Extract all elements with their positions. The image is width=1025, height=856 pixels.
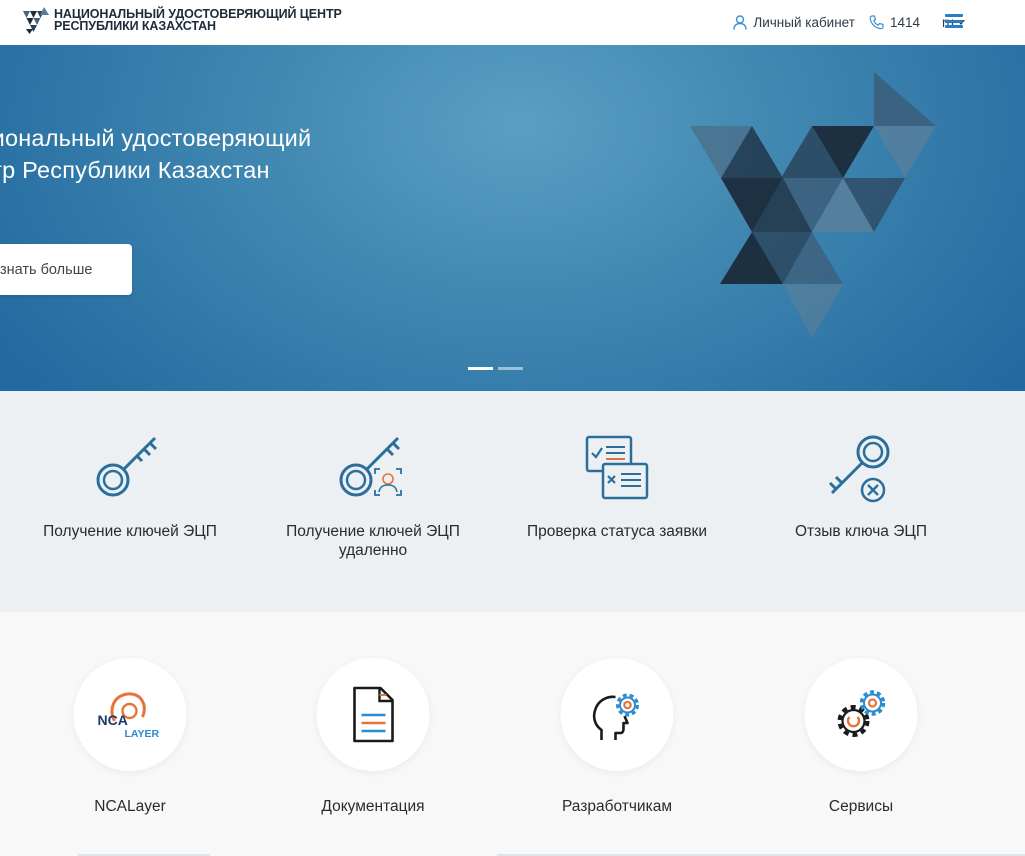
phone-number: 1414	[889, 14, 920, 30]
tile-circle	[560, 658, 674, 771]
service-label: Получение ключей ЭЦП удаленно	[286, 523, 460, 559]
service-get-keys[interactable]: Получение ключей ЭЦП	[10, 391, 250, 612]
key-revoke-icon	[828, 435, 890, 503]
phone-icon	[869, 14, 884, 29]
hamburger-menu-icon[interactable]	[945, 14, 963, 28]
nuc-logo-icon[interactable]	[22, 7, 50, 35]
user-icon	[733, 14, 748, 30]
tile-label: Сервисы	[828, 798, 894, 815]
service-label: Отзыв ключа ЭЦП	[795, 523, 927, 540]
service-get-keys-remote[interactable]: Получение ключей ЭЦП удаленно	[253, 391, 493, 612]
service-check-status[interactable]: Проверка статуса заявки	[497, 391, 737, 612]
key-face-id-icon	[339, 436, 402, 497]
key-icon	[96, 436, 158, 497]
tile-circle	[804, 658, 918, 771]
svg-text:LAYER: LAYER	[124, 728, 159, 740]
carousel-dot-1[interactable]	[468, 367, 493, 370]
tile-label: Разработчикам	[561, 798, 672, 815]
phone-link[interactable]: 1414	[869, 15, 920, 30]
tile-label: Документация	[321, 798, 425, 815]
hero-title-line1: циональный удостоверяющий	[0, 125, 312, 151]
tile-circle: NCA LAYER	[73, 658, 187, 771]
tile-circle	[316, 658, 430, 771]
service-label: Получение ключей ЭЦП	[43, 523, 217, 540]
tile-ncalayer[interactable]: NCA LAYER NCALayer	[10, 612, 250, 856]
resources-section: NCA LAYER NCALayer Документация Разработ…	[0, 612, 1025, 856]
service-revoke-key[interactable]: Отзыв ключа ЭЦП	[741, 391, 981, 612]
learn-more-label: знать больше	[0, 261, 93, 278]
tile-services[interactable]: Сервисы	[741, 612, 981, 856]
hero-title-line2: нтр Республики Казахстан	[0, 157, 270, 183]
brand-line2: РЕСПУБЛИКИ КАЗАХСТАН	[54, 19, 216, 33]
personal-cabinet-label: Личный кабинет	[753, 14, 855, 30]
brand-name[interactable]: НАЦИОНАЛЬНЫЙ УДОСТОВЕРЯЮЩИЙ ЦЕНТР РЕСПУБ…	[54, 8, 342, 33]
hero-title: циональный удостоверяющий нтр Республики…	[0, 122, 311, 186]
service-label: Проверка статуса заявки	[526, 523, 707, 540]
tile-label: NCALayer	[94, 798, 166, 815]
carousel-dot-2[interactable]	[498, 367, 523, 370]
developer-head-gear-icon	[592, 693, 639, 740]
site-header: НАЦИОНАЛЬНЫЙ УДОСТОВЕРЯЮЩИЙ ЦЕНТР РЕСПУБ…	[0, 0, 1025, 45]
gears-icon	[837, 689, 885, 737]
ncalayer-logo-icon: NCA LAYER	[97, 691, 159, 740]
svg-text:NCA: NCA	[97, 712, 127, 728]
document-icon	[352, 686, 394, 742]
carousel-indicators	[468, 367, 528, 370]
personal-cabinet-link[interactable]: Личный кабинет	[733, 15, 855, 30]
application-status-icon	[585, 435, 649, 500]
quick-services: Получение ключей ЭЦП Получение ключей ЭЦ…	[0, 391, 1025, 612]
tile-documentation[interactable]: Документация	[253, 612, 493, 856]
tile-developers[interactable]: Разработчикам	[497, 612, 737, 856]
hero-banner: циональный удостоверяющий нтр Республики…	[0, 45, 1025, 391]
header-actions: Личный кабинет 1414 ru	[733, 12, 965, 32]
learn-more-button[interactable]: знать больше	[0, 244, 132, 295]
triangle-logo-art	[690, 72, 936, 338]
